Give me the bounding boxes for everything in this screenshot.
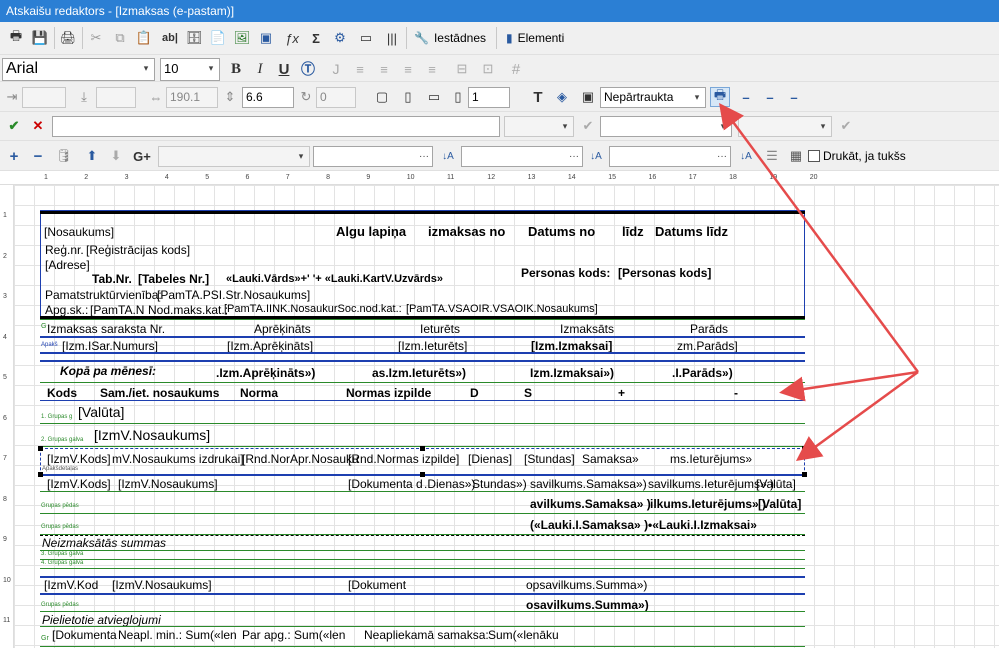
- arrow-to-detail: [795, 370, 919, 461]
- annotation-arrows: [719, 102, 920, 461]
- arrow-to-header: [779, 370, 919, 402]
- arrow-to-print-band: [719, 102, 920, 373]
